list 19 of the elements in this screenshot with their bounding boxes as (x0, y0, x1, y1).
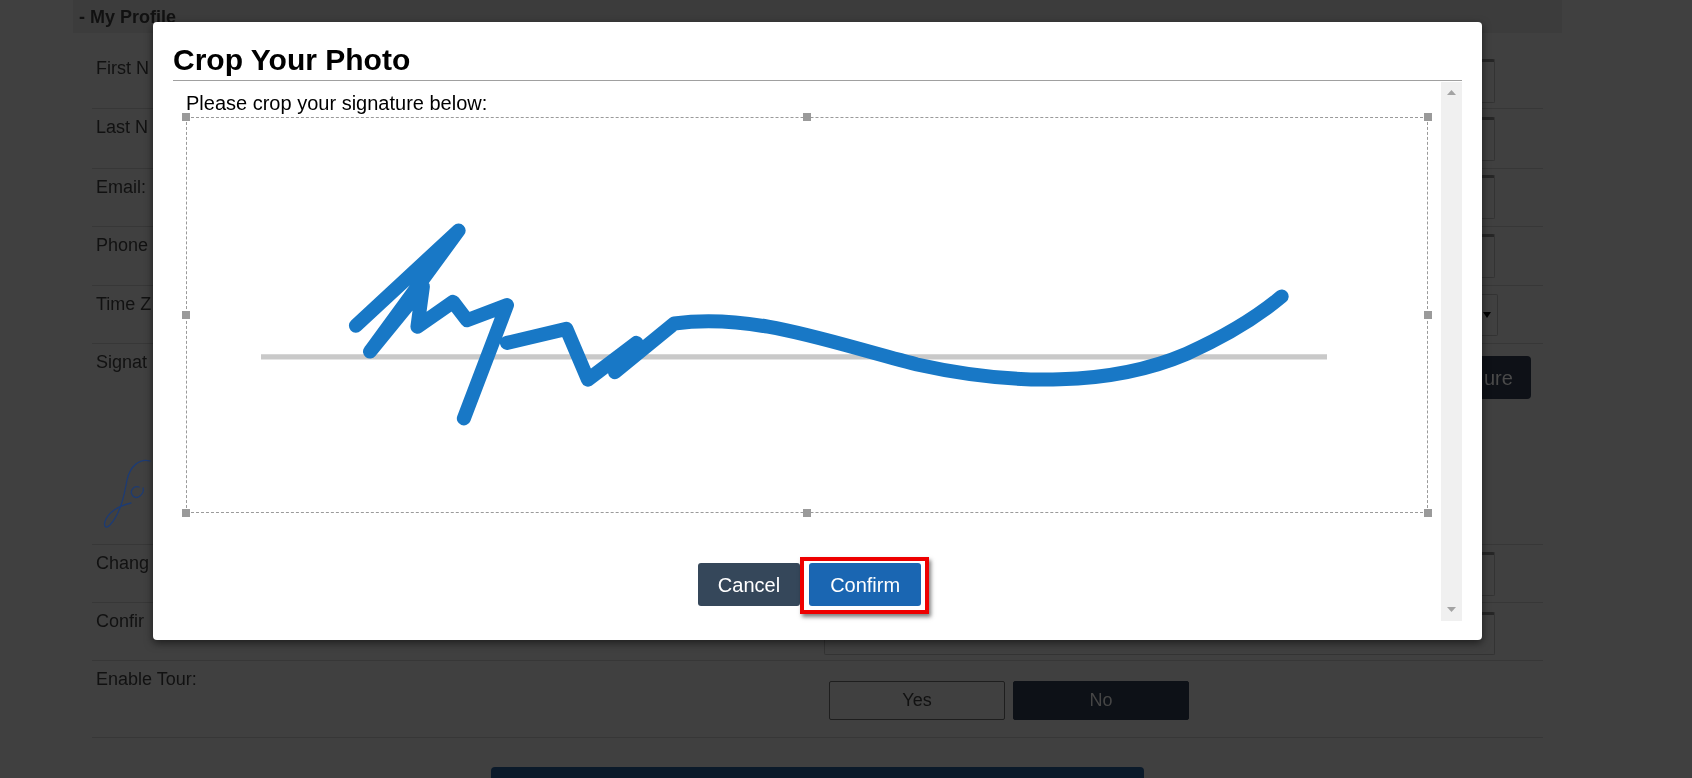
crop-handle-icon[interactable] (182, 509, 190, 517)
crop-handle-icon[interactable] (1424, 509, 1432, 517)
confirm-button[interactable]: Confirm (809, 563, 922, 606)
toggle-option[interactable]: No (1013, 681, 1189, 720)
crop-handle-icon[interactable] (182, 311, 190, 319)
scrollbar-track[interactable] (1441, 82, 1462, 621)
crop-handle-icon[interactable] (182, 113, 190, 121)
caret-icon (1483, 312, 1491, 318)
crop-handle-icon[interactable] (1424, 113, 1432, 121)
crop-handle-icon[interactable] (803, 509, 811, 517)
bottom-button[interactable] (491, 767, 1144, 778)
scroll-up-icon[interactable] (1447, 90, 1456, 95)
cancel-button[interactable]: Cancel (697, 563, 801, 606)
action-button[interactable]: ure (1482, 356, 1531, 399)
crop-handle-icon[interactable] (1424, 311, 1432, 319)
crop-handle-icon[interactable] (803, 113, 811, 121)
scroll-down-icon[interactable] (1447, 607, 1456, 612)
dialog-title: Crop Your Photo (173, 43, 411, 77)
instruction-text: Please crop your signature below: (186, 92, 488, 115)
